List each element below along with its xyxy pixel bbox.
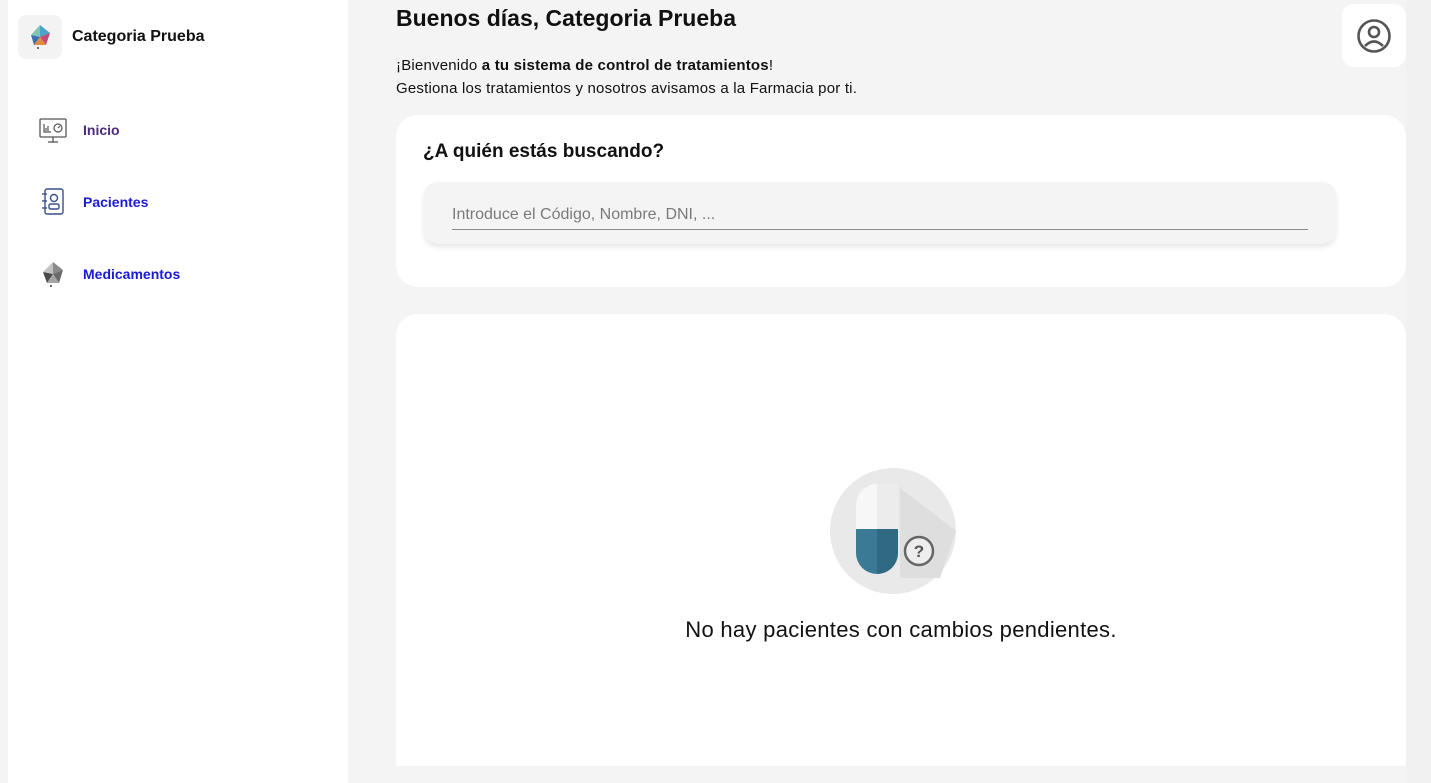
sidebar: Categoria Prueba Inicio Pacientes Medica… [8, 0, 348, 783]
window-edge [0, 0, 8, 783]
sidebar-item-label: Inicio [83, 122, 120, 138]
page-title: Buenos días, Categoria Prueba [396, 5, 736, 32]
sidebar-item-label: Medicamentos [83, 266, 181, 282]
user-account-icon [1357, 18, 1391, 53]
sidebar-item-inicio[interactable]: Inicio [38, 115, 120, 145]
svg-text:?: ? [914, 542, 924, 561]
brand-logo-icon [31, 25, 50, 49]
search-box [424, 182, 1336, 244]
dashboard-monitor-icon [38, 115, 68, 145]
brand: Categoria Prueba [18, 15, 204, 59]
greeting-prefix: Buenos días, [396, 5, 546, 31]
scrollbar[interactable] [1406, 0, 1431, 783]
search-input[interactable] [452, 200, 1308, 230]
pending-changes-panel: ? No hay pacientes con cambios pendiente… [396, 314, 1406, 766]
search-card: ¿A quién estás buscando? [396, 115, 1406, 287]
empty-state-message: No hay pacientes con cambios pendientes. [685, 617, 1117, 642]
capsule-question-icon: ? [830, 468, 956, 594]
welcome-message: ¡Bienvenido a tu sistema de control de t… [396, 54, 857, 100]
patient-contact-icon [38, 187, 68, 217]
user-account-button[interactable] [1342, 4, 1406, 67]
welcome-bold: a tu sistema de control de tratamientos [481, 57, 769, 74]
greeting-user-name: Categoria Prueba [545, 5, 736, 31]
search-title: ¿A quién estás buscando? [423, 141, 665, 162]
sidebar-item-medicamentos[interactable]: Medicamentos [38, 259, 180, 289]
welcome-prefix: ¡Bienvenido [396, 57, 482, 74]
welcome-line-2: Gestiona los tratamientos y nosotros avi… [396, 80, 858, 97]
brand-name: Categoria Prueba [72, 28, 205, 45]
brand-logo [18, 15, 62, 59]
sidebar-item-label: Pacientes [83, 194, 149, 210]
medicine-pills-icon [38, 259, 68, 289]
sidebar-item-pacientes[interactable]: Pacientes [38, 187, 148, 217]
welcome-suffix: ! [768, 57, 774, 74]
